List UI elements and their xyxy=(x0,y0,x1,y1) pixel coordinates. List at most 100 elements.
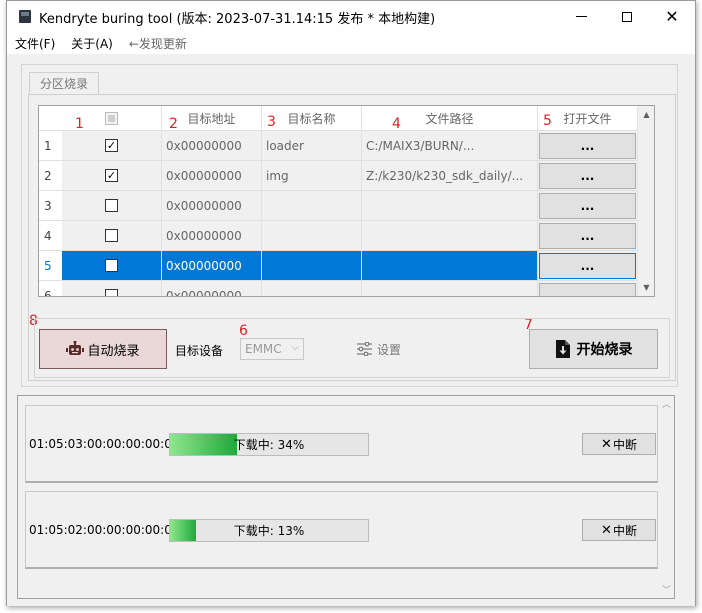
window-title: Kendryte buring tool (版本: 2023-07-31.14:… xyxy=(39,12,436,27)
open-file-button[interactable]: ... xyxy=(539,162,636,189)
open-file-cell: ... xyxy=(538,191,637,221)
table-row[interactable]: 6 0x00000000 xyxy=(39,281,637,296)
open-file-cell: ... xyxy=(538,161,637,191)
progress-panel: 01:05:03:00:00:00:00:00 下载中: 34% ✕ 中断 01:05:… xyxy=(17,395,675,599)
progress-bar: 下载中: 34% xyxy=(169,433,369,456)
scrollbar-thumb[interactable] xyxy=(641,125,651,277)
abort-button[interactable]: ✕ 中断 xyxy=(582,433,656,455)
download-file-icon xyxy=(555,340,570,358)
address-cell[interactable]: 0x00000000 xyxy=(162,221,262,251)
main-content: 分区烧录 目标地址 目标名称 文件路径 打开文件 1 ✓ 0x00000000 loa… xyxy=(7,54,695,606)
menu-bar: 文件(F) 关于(A) ←发现更新 xyxy=(7,32,695,54)
start-burn-label: 开始烧录 xyxy=(576,342,633,358)
open-file-button[interactable]: ... xyxy=(539,192,636,219)
path-cell[interactable] xyxy=(362,191,538,221)
auto-burn-button[interactable]: 自动烧录 xyxy=(39,329,167,369)
open-file-button[interactable]: ... xyxy=(539,252,636,279)
settings-button[interactable]: 设置 xyxy=(357,339,401,359)
scroll-up-arrow-icon[interactable]: ▲ xyxy=(638,106,654,123)
maximize-button[interactable] xyxy=(604,1,650,32)
row-number: 4 xyxy=(39,221,62,251)
path-cell[interactable]: C:/MAIX3/BURN/... xyxy=(362,131,538,161)
row-checkbox-cell xyxy=(62,191,162,221)
table-row[interactable]: 3 0x00000000... xyxy=(39,191,637,221)
app-window: Kendryte buring tool (版本: 2023-07-31.14:… xyxy=(6,0,696,606)
annotation-4: 4 xyxy=(392,116,401,132)
name-cell[interactable]: img xyxy=(262,161,362,191)
row-checkbox[interactable] xyxy=(105,199,118,212)
select-all-checkbox[interactable] xyxy=(105,112,118,125)
robot-icon xyxy=(66,341,85,355)
address-cell[interactable]: 0x00000000 xyxy=(162,281,262,296)
scroll-up-arrow-icon[interactable]: ︿ xyxy=(658,396,675,411)
open-file-cell: ... xyxy=(538,251,637,281)
device-id: 01:05:03:00:00:00:00:00 xyxy=(29,437,180,451)
menu-file[interactable]: 文件(F) xyxy=(7,35,63,52)
table-row[interactable]: 1 ✓ 0x00000000 loader C:/MAIX3/BURN/...... xyxy=(39,131,637,161)
row-checkbox[interactable] xyxy=(105,229,118,242)
open-file-cell: ... xyxy=(538,221,637,251)
tab-partition-burn[interactable]: 分区烧录 xyxy=(29,72,99,94)
table-row[interactable]: 2 ✓ 0x00000000 img Z:/k230/k230_sdk_daily/..… xyxy=(39,161,637,191)
row-checkbox-cell: ✓ xyxy=(62,161,162,191)
progress-text: 下载中: 13% xyxy=(233,524,305,538)
menu-about[interactable]: 关于(A) xyxy=(63,35,121,52)
sliders-icon xyxy=(357,342,372,356)
menu-update-found[interactable]: ←发现更新 xyxy=(121,35,195,52)
row-checkbox[interactable]: ✓ xyxy=(105,169,118,182)
row-number: 5 xyxy=(39,251,62,281)
name-cell[interactable] xyxy=(262,251,362,281)
name-cell[interactable] xyxy=(262,191,362,221)
row-checkbox-cell: ✓ xyxy=(62,131,162,161)
app-icon xyxy=(19,10,31,23)
path-cell[interactable]: Z:/k230/k230_sdk_daily/... xyxy=(362,161,538,191)
device-id: 01:05:02:00:00:00:00:00 xyxy=(29,523,180,537)
path-cell[interactable] xyxy=(362,251,538,281)
row-checkbox-cell xyxy=(62,281,162,296)
row-number: 1 xyxy=(39,131,62,161)
close-x-icon: ✕ xyxy=(601,436,612,452)
name-cell[interactable]: loader xyxy=(262,131,362,161)
row-checkbox[interactable] xyxy=(105,289,118,296)
table-row[interactable]: 5 0x00000000... xyxy=(39,251,637,281)
minimize-button[interactable] xyxy=(558,1,604,32)
scroll-down-arrow-icon[interactable]: ﹀ xyxy=(658,582,675,597)
address-cell[interactable]: 0x00000000 xyxy=(162,251,262,281)
path-cell[interactable] xyxy=(362,221,538,251)
checkmark-icon: ✓ xyxy=(106,139,117,152)
row-checkbox[interactable]: ✓ xyxy=(105,139,118,152)
annotation-5: 5 xyxy=(543,113,552,129)
row-number: 3 xyxy=(39,191,62,221)
open-file-button[interactable] xyxy=(539,282,636,296)
settings-label: 设置 xyxy=(377,342,402,357)
chevron-down-icon: ⌵ xyxy=(291,342,299,353)
close-window-button[interactable]: ✕ xyxy=(649,1,695,32)
open-file-button[interactable]: ... xyxy=(539,222,636,249)
name-cell[interactable] xyxy=(262,221,362,251)
address-cell[interactable]: 0x00000000 xyxy=(162,131,262,161)
maximize-icon xyxy=(622,11,632,22)
start-burn-button[interactable]: 开始烧录 xyxy=(529,329,658,369)
header-name: 目标名称 xyxy=(262,106,362,131)
burn-job: 01:05:02:00:00:00:00:00 下载中: 13% ✕ 中断 xyxy=(25,491,658,569)
header-path: 文件路径 xyxy=(362,106,538,131)
table-scrollbar[interactable]: ▲ ▼ xyxy=(637,106,654,296)
progress-text: 下载中: 34% xyxy=(233,438,305,452)
target-device-select[interactable]: EMMC ⌵ xyxy=(240,338,304,360)
scroll-down-arrow-icon[interactable]: ▼ xyxy=(638,279,654,296)
path-cell[interactable] xyxy=(362,281,538,296)
address-cell[interactable]: 0x00000000 xyxy=(162,191,262,221)
row-number: 6 xyxy=(39,281,62,296)
row-checkbox[interactable] xyxy=(105,259,118,272)
close-x-icon: ✕ xyxy=(601,522,612,538)
progress-scrollbar[interactable]: ︿ ﹀ xyxy=(658,396,675,598)
address-cell[interactable]: 0x00000000 xyxy=(162,161,262,191)
abort-button[interactable]: ✕ 中断 xyxy=(582,519,656,541)
header-rownum xyxy=(39,106,62,131)
open-file-button[interactable]: ... xyxy=(539,132,636,159)
target-device-label: 目标设备 xyxy=(175,344,224,358)
partition-table: 目标地址 目标名称 文件路径 打开文件 1 ✓ 0x00000000 loader C:… xyxy=(38,105,655,297)
name-cell[interactable] xyxy=(262,281,362,296)
table-row[interactable]: 4 0x00000000... xyxy=(39,221,637,251)
open-file-cell xyxy=(538,281,637,296)
